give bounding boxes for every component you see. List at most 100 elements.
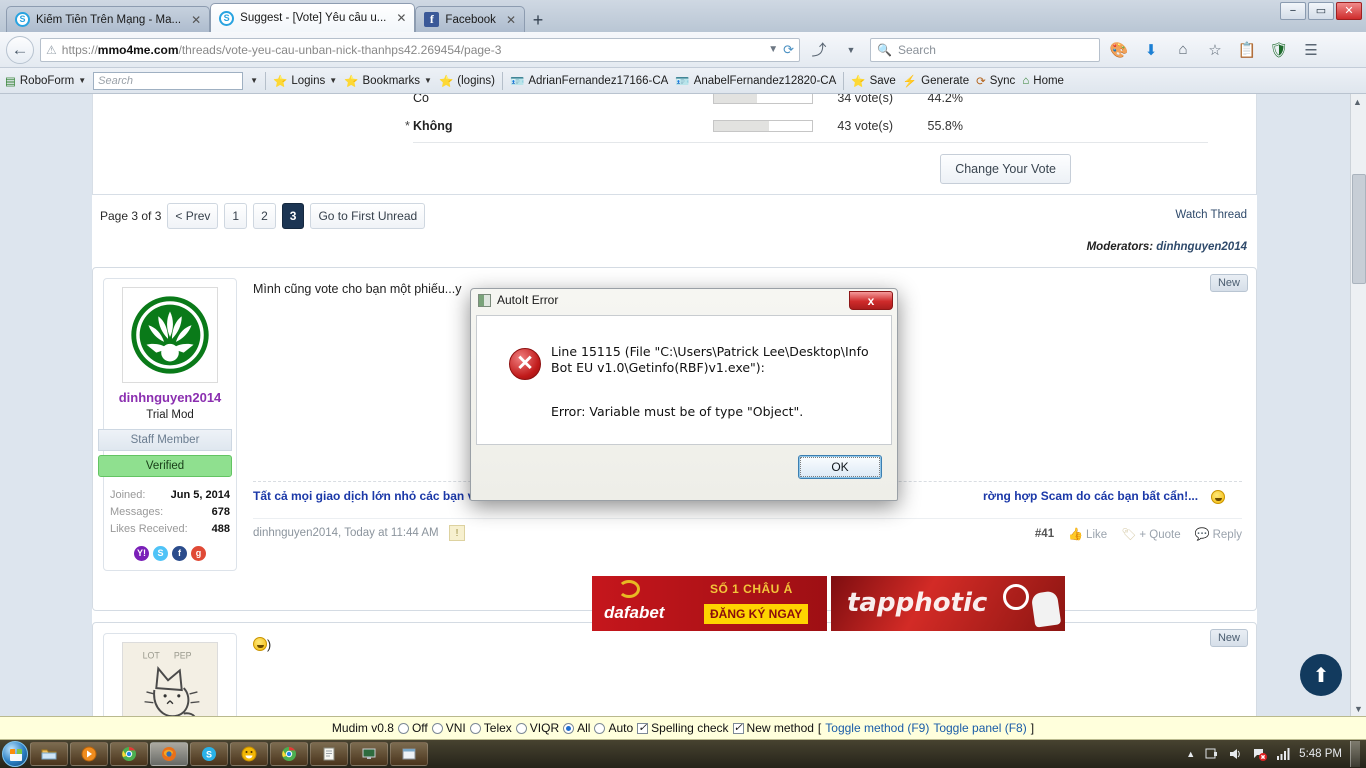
page-prev-button[interactable]: < Prev bbox=[167, 203, 218, 229]
toggle-panel-link[interactable]: Toggle panel (F8) bbox=[933, 721, 1026, 735]
post-number[interactable]: #41 bbox=[1035, 528, 1054, 540]
reply-button[interactable]: 💬Reply bbox=[1195, 527, 1242, 541]
screen: Kiếm Tiền Trên Mạng - Ma... ✕ Suggest - … bbox=[0, 0, 1366, 768]
download-icon[interactable]: ⬇ bbox=[1138, 37, 1164, 63]
quote-button[interactable]: 🏷+ Quote bbox=[1121, 527, 1180, 541]
close-icon[interactable]: ✕ bbox=[191, 13, 201, 27]
minimize-button[interactable]: − bbox=[1280, 2, 1306, 20]
ok-button[interactable]: OK bbox=[798, 455, 882, 479]
shield-icon[interactable]: 🛡 bbox=[1266, 37, 1292, 63]
moderators-value[interactable]: dinhnguyen2014 bbox=[1156, 241, 1247, 253]
clipboard-icon[interactable]: 📋 bbox=[1234, 37, 1260, 63]
close-window-button[interactable]: ✕ bbox=[1336, 2, 1362, 20]
roboform-search-input[interactable]: Search bbox=[93, 72, 243, 90]
start-button[interactable] bbox=[2, 741, 28, 767]
change-vote-button[interactable]: Change Your Vote bbox=[940, 154, 1071, 184]
mudim-radio-telex[interactable]: Telex bbox=[470, 721, 512, 735]
scrollbar-thumb[interactable] bbox=[1352, 174, 1366, 284]
roboform-bookmarks[interactable]: ⭐Bookmarks▼ bbox=[344, 74, 432, 88]
generate-icon: ⚡ bbox=[903, 74, 917, 88]
bookmark-star-icon[interactable]: ☆ bbox=[1202, 37, 1228, 63]
scroll-up-arrow-icon[interactable]: ▲ bbox=[1353, 97, 1362, 107]
taskbar-notepad[interactable] bbox=[310, 742, 348, 766]
chevron-down-icon[interactable]: ▼ bbox=[768, 44, 778, 55]
googleplus-icon[interactable]: g bbox=[191, 546, 206, 561]
ad-tapphotic[interactable]: tapphotic bbox=[831, 576, 1065, 631]
close-icon[interactable]: ✕ bbox=[396, 11, 406, 25]
signal-icon[interactable] bbox=[1275, 746, 1291, 762]
taskbar-chrome-2[interactable] bbox=[270, 742, 308, 766]
post-username[interactable]: dinhnguyen2014 bbox=[104, 390, 236, 405]
svg-text:S: S bbox=[206, 750, 212, 760]
address-bar[interactable]: ⚠ https://mmo4me.com/threads/vote-yeu-ca… bbox=[40, 38, 800, 62]
roboform-save[interactable]: ⭐Save bbox=[851, 74, 896, 88]
skype-icon[interactable]: S bbox=[153, 546, 168, 561]
chevron-down-icon[interactable]: ▼ bbox=[250, 76, 258, 85]
page-2-button[interactable]: 2 bbox=[253, 203, 276, 229]
scroll-down-arrow-icon[interactable]: ▼ bbox=[1354, 704, 1363, 714]
search-input[interactable]: 🔍 Search bbox=[870, 38, 1100, 62]
mudim-radio-off[interactable]: Off bbox=[398, 721, 428, 735]
taskbar-firefox[interactable] bbox=[150, 742, 188, 766]
taskbar-smiley[interactable] bbox=[230, 742, 268, 766]
yahoo-icon[interactable]: Y! bbox=[134, 546, 149, 561]
go-to-first-unread-button[interactable]: Go to First Unread bbox=[310, 203, 425, 229]
mudim-checkbox-spelling[interactable]: Spelling check bbox=[637, 721, 728, 735]
hamburger-menu-icon[interactable]: ☰ bbox=[1298, 37, 1324, 63]
taskbar-remote-desktop[interactable] bbox=[350, 742, 388, 766]
share-icon[interactable]: ⤴ bbox=[806, 37, 832, 63]
roboform-home[interactable]: ⌂Home bbox=[1022, 75, 1064, 87]
toggle-method-link[interactable]: Toggle method (F9) bbox=[825, 721, 929, 735]
mudim-radio-vni[interactable]: VNI bbox=[432, 721, 466, 735]
close-icon[interactable]: ✕ bbox=[506, 13, 516, 27]
pocket-icon[interactable]: 🎨 bbox=[1106, 37, 1132, 63]
roboform-icon: ▤ bbox=[5, 74, 16, 88]
dialog-title-bar[interactable]: AutoIt Error bbox=[471, 289, 897, 311]
report-icon[interactable]: ! bbox=[449, 525, 465, 541]
scroll-to-top-button[interactable]: ⬆ bbox=[1300, 654, 1342, 696]
roboform-logins-group[interactable]: ⭐(logins) bbox=[439, 74, 495, 88]
browser-tab-3[interactable]: f Facebook ✕ bbox=[415, 6, 525, 32]
taskbar-skype[interactable]: S bbox=[190, 742, 228, 766]
roboform-brand[interactable]: ▤ RoboForm ▼ bbox=[5, 74, 86, 88]
show-desktop-button[interactable] bbox=[1350, 741, 1360, 767]
ad-dafabet[interactable]: dafabet SỐ 1 CHÂU Á ĐĂNG KÝ NGAY bbox=[592, 576, 827, 631]
taskbar-explorer[interactable] bbox=[30, 742, 68, 766]
action-center-icon[interactable] bbox=[1251, 746, 1267, 762]
taskbar-media-player[interactable] bbox=[70, 742, 108, 766]
roboform-logins[interactable]: ⭐Logins▼ bbox=[273, 74, 337, 88]
back-button[interactable]: ← bbox=[6, 36, 34, 64]
browser-tab-1[interactable]: Kiếm Tiền Trên Mạng - Ma... ✕ bbox=[6, 6, 210, 32]
maximize-button[interactable]: ▭ bbox=[1308, 2, 1334, 20]
site-info-icon[interactable]: ⚠ bbox=[46, 43, 57, 57]
volume-icon[interactable] bbox=[1227, 746, 1243, 762]
reload-icon[interactable]: ⟳ bbox=[783, 42, 794, 58]
like-button[interactable]: 👍Like bbox=[1068, 527, 1107, 541]
new-tab-button[interactable]: + bbox=[525, 10, 551, 32]
browser-tab-2[interactable]: Suggest - [Vote] Yêu cầu u... ✕ bbox=[210, 3, 415, 32]
facebook-icon[interactable]: f bbox=[172, 546, 187, 561]
watch-thread-link[interactable]: Watch Thread bbox=[1175, 209, 1247, 221]
page-1-button[interactable]: 1 bbox=[224, 203, 247, 229]
autoit-error-dialog: AutoIt Error x ✕ Line 15115 (File "C:\Us… bbox=[470, 288, 898, 501]
dialog-close-button[interactable]: x bbox=[849, 291, 893, 310]
roboform-identity-adrian[interactable]: 🪪AdrianFernandez17166-CA bbox=[510, 74, 668, 88]
show-hidden-icons-button[interactable]: ▲ bbox=[1186, 749, 1195, 759]
mudim-radio-all[interactable]: All bbox=[563, 721, 590, 735]
smiley-icon bbox=[241, 746, 257, 762]
roboform-sync[interactable]: ⟳Sync bbox=[976, 74, 1015, 88]
network-plug-icon[interactable] bbox=[1203, 746, 1219, 762]
roboform-generate[interactable]: ⚡Generate bbox=[903, 74, 969, 88]
taskbar-clock[interactable]: 5:48 PM bbox=[1299, 748, 1342, 760]
page-scrollbar[interactable]: ▲ ▼ bbox=[1350, 94, 1366, 716]
taskbar-window[interactable] bbox=[390, 742, 428, 766]
mudim-radio-auto[interactable]: Auto bbox=[594, 721, 633, 735]
roboform-identity-anabel[interactable]: 🪪AnabelFernandez12820-CA bbox=[675, 74, 836, 88]
mudim-checkbox-newmethod[interactable]: New method bbox=[733, 721, 814, 735]
chevron-down-icon[interactable]: ▼ bbox=[838, 37, 864, 63]
page-3-button[interactable]: 3 bbox=[282, 203, 305, 229]
mudim-radio-viqr[interactable]: VIQR bbox=[516, 721, 559, 735]
taskbar-chrome[interactable] bbox=[110, 742, 148, 766]
home-icon[interactable]: ⌂ bbox=[1170, 37, 1196, 63]
checkbox-icon bbox=[733, 723, 744, 734]
